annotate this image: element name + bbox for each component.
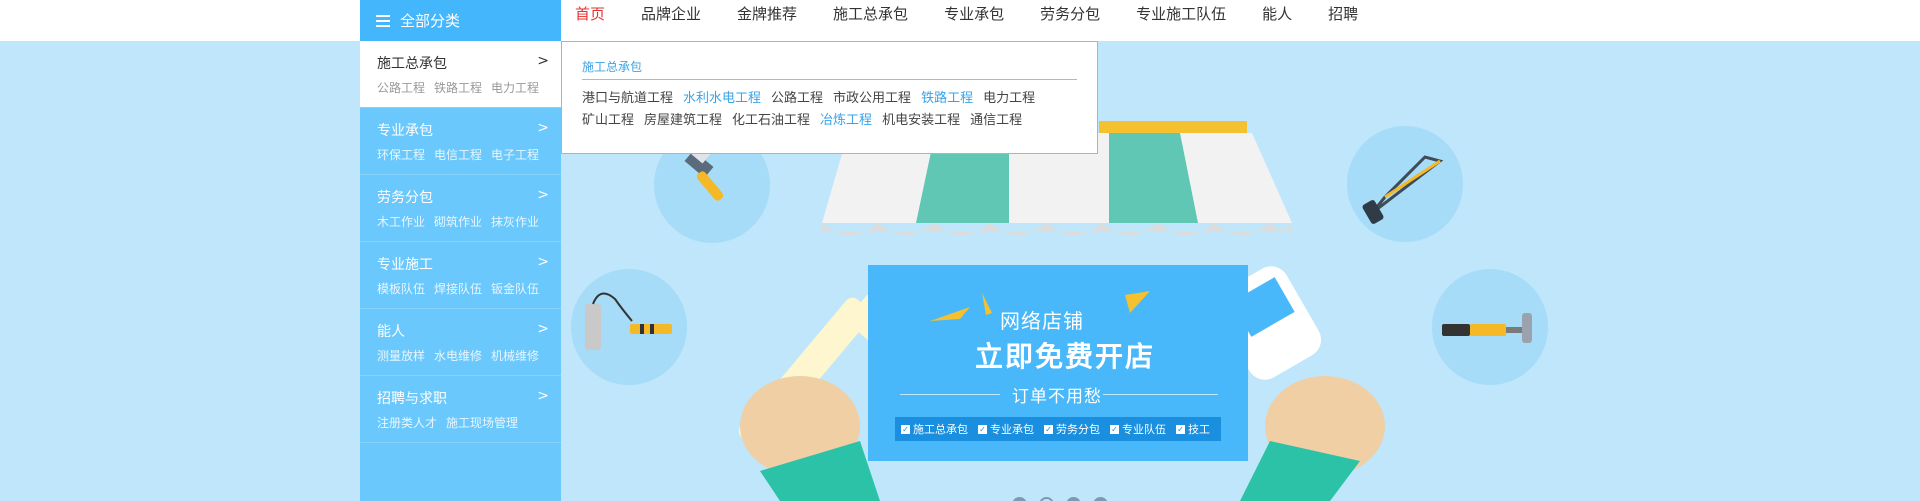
category-item[interactable]: 专业承包 > 环保工程 电信工程 电子工程: [360, 108, 561, 175]
banner-tag: ✓ 劳务分包: [1044, 421, 1100, 437]
dropdown-link[interactable]: 铁路工程: [921, 88, 973, 110]
dropdown-link[interactable]: 水利水电工程: [683, 88, 761, 110]
category-sub-link[interactable]: 施工现场管理: [446, 416, 518, 430]
carousel-dot[interactable]: [1039, 497, 1054, 501]
category-sub-link[interactable]: 机械维修: [491, 349, 539, 363]
divider-right: [1103, 394, 1218, 395]
divider-left: [900, 394, 1000, 395]
category-subs: 木工作业 砌筑作业 抹灰作业: [377, 213, 551, 230]
dropdown-link[interactable]: 化工石油工程: [732, 110, 810, 132]
banner-line3: 订单不用愁: [1012, 387, 1102, 407]
category-sub-link[interactable]: 公路工程: [377, 81, 425, 95]
carousel-dot[interactable]: [1093, 497, 1108, 501]
chevron-right-icon: >: [537, 120, 549, 136]
nav-brand-enterprises[interactable]: 品牌企业: [641, 0, 701, 30]
banner-tag-label: 专业队伍: [1122, 423, 1166, 436]
banner-tag-bar: ✓ 施工总承包 ✓ 专业承包 ✓ 劳务分包 ✓ 专业队伍 ✓ 技工: [895, 417, 1221, 441]
check-icon: ✓: [901, 424, 910, 434]
category-title: 专业承包: [377, 123, 433, 139]
category-title: 劳务分包: [377, 190, 433, 206]
dropdown-link[interactable]: 通信工程: [970, 110, 1022, 132]
nav-talents[interactable]: 能人: [1262, 0, 1292, 30]
check-icon: ✓: [978, 424, 987, 434]
nav-home[interactable]: 首页: [575, 0, 605, 30]
category-subs: 测量放样 水电维修 机械维修: [377, 347, 551, 364]
carousel-dot[interactable]: [1012, 497, 1027, 501]
chevron-right-icon: >: [537, 53, 549, 69]
carousel-dots: [1012, 497, 1120, 501]
nav-general-contracting[interactable]: 施工总承包: [833, 0, 908, 30]
all-categories-label: 全部分类: [400, 12, 461, 30]
category-subs: 公路工程 铁路工程 电力工程: [377, 79, 551, 96]
category-sub-link[interactable]: 钣金队伍: [491, 282, 539, 296]
category-item[interactable]: 专业施工 > 模板队伍 焊接队伍 钣金队伍: [360, 242, 561, 309]
category-sub-link[interactable]: 电力工程: [491, 81, 539, 95]
category-item[interactable]: 能人 > 测量放样 水电维修 机械维修: [360, 309, 561, 376]
dropdown-link[interactable]: 机电安装工程: [882, 110, 960, 132]
banner-line1: 网络店铺: [1000, 309, 1084, 333]
dropdown-link[interactable]: 港口与航道工程: [582, 88, 673, 110]
category-title: 能人: [377, 324, 405, 340]
nav-recruitment[interactable]: 招聘: [1328, 0, 1358, 30]
dropdown-title[interactable]: 施工总承包: [582, 58, 1077, 80]
banner-tag: ✓ 专业队伍: [1110, 421, 1166, 437]
check-icon: ✓: [1044, 424, 1053, 434]
banner-tag: ✓ 施工总承包: [901, 421, 968, 437]
dropdown-link[interactable]: 市政公用工程: [833, 88, 911, 110]
banner-tag-label: 专业承包: [990, 423, 1034, 436]
dropdown-link[interactable]: 矿山工程: [582, 110, 634, 132]
page: 网络店铺 立即免费开店 订单不用愁 ✓ 施工总承包 ✓ 专业承包 ✓ 劳务分包 ✓ 专业…: [0, 0, 1920, 501]
category-sub-link[interactable]: 焊接队伍: [434, 282, 482, 296]
category-sub-link[interactable]: 模板队伍: [377, 282, 425, 296]
category-sub-link[interactable]: 测量放样: [377, 349, 425, 363]
category-subs: 模板队伍 焊接队伍 钣金队伍: [377, 280, 551, 297]
category-sub-link[interactable]: 铁路工程: [434, 81, 482, 95]
category-sub-link[interactable]: 木工作业: [377, 215, 425, 229]
menu-icon: [376, 14, 390, 27]
chevron-right-icon: >: [537, 187, 549, 203]
all-categories-button[interactable]: 全部分类: [360, 0, 561, 41]
main-nav: 首页 品牌企业 金牌推荐 施工总承包 专业承包 劳务分包 专业施工队伍 能人 招…: [575, 0, 1394, 30]
banner-tag-label: 劳务分包: [1056, 423, 1100, 436]
category-item[interactable]: 施工总承包 > 公路工程 铁路工程 电力工程: [360, 41, 561, 108]
dropdown-link[interactable]: 冶炼工程: [820, 110, 872, 132]
banner-tag-label: 技工: [1188, 423, 1210, 436]
category-subs: 注册类人才 施工现场管理: [377, 414, 551, 431]
dropdown-link[interactable]: 电力工程: [983, 88, 1035, 110]
category-subs: 环保工程 电信工程 电子工程: [377, 146, 551, 163]
check-icon: ✓: [1176, 424, 1185, 434]
category-title: 招聘与求职: [377, 391, 447, 407]
carousel-dot[interactable]: [1066, 497, 1081, 501]
chevron-right-icon: >: [537, 388, 549, 404]
top-navigation: 全部分类 首页 品牌企业 金牌推荐 施工总承包 专业承包 劳务分包 专业施工队伍…: [0, 0, 1920, 41]
dropdown-link[interactable]: 房屋建筑工程: [644, 110, 722, 132]
category-sub-link[interactable]: 砌筑作业: [434, 215, 482, 229]
category-sub-link[interactable]: 抹灰作业: [491, 215, 539, 229]
category-sub-link[interactable]: 注册类人才: [377, 416, 437, 430]
nav-specialty-contracting[interactable]: 专业承包: [944, 0, 1004, 30]
category-sub-link[interactable]: 电信工程: [434, 148, 482, 162]
category-sub-link[interactable]: 电子工程: [491, 148, 539, 162]
dropdown-links: 港口与航道工程 水利水电工程 公路工程 市政公用工程 铁路工程 电力工程矿山工程 房屋建筑工…: [582, 88, 1077, 132]
check-icon: ✓: [1110, 424, 1119, 434]
category-title: 施工总承包: [377, 56, 447, 72]
chevron-right-icon: >: [537, 321, 549, 337]
banner-tag: ✓ 技工: [1176, 421, 1210, 437]
category-sub-link[interactable]: 环保工程: [377, 148, 425, 162]
nav-gold-recommend[interactable]: 金牌推荐: [737, 0, 797, 30]
chevron-right-icon: >: [537, 254, 549, 270]
banner-tag-label: 施工总承包: [913, 423, 968, 436]
category-item[interactable]: 招聘与求职 > 注册类人才 施工现场管理: [360, 376, 561, 443]
dropdown-link[interactable]: 公路工程: [771, 88, 823, 110]
nav-labor-subcontracting[interactable]: 劳务分包: [1040, 0, 1100, 30]
category-menu: 施工总承包 > 公路工程 铁路工程 电力工程 专业承包 > 环保工程 电信工程 电子工程…: [360, 41, 561, 501]
category-item[interactable]: 劳务分包 > 木工作业 砌筑作业 抹灰作业: [360, 175, 561, 242]
banner-line2: 立即免费开店: [975, 340, 1156, 373]
category-title: 专业施工: [377, 257, 433, 273]
nav-construction-teams[interactable]: 专业施工队伍: [1136, 0, 1226, 30]
category-dropdown-panel: 施工总承包 港口与航道工程 水利水电工程 公路工程 市政公用工程 铁路工程 电力工程矿山工…: [561, 41, 1098, 154]
banner-tag: ✓ 专业承包: [978, 421, 1034, 437]
category-sub-link[interactable]: 水电维修: [434, 349, 482, 363]
